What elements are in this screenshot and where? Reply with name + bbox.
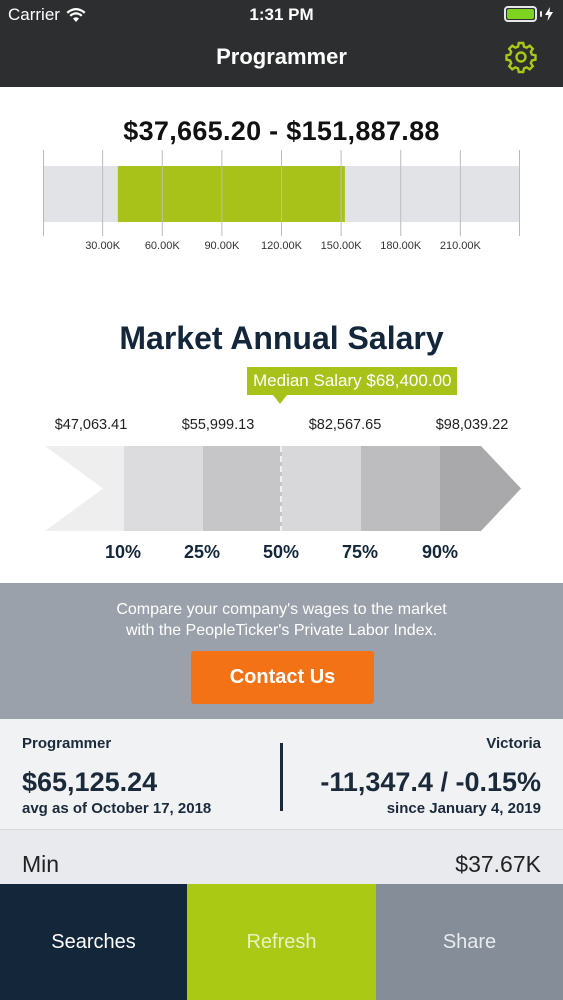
page-title: Programmer [216,44,347,69]
salary-range-title: $37,665.20 - $151,887.88 [123,116,440,146]
change-since: since January 4, 2019 [386,800,541,817]
stats-divider [280,743,283,811]
status-bar: Carrier 1:31 PM [0,0,563,30]
min-value: $37.67K [455,851,541,877]
average-salary: $65,125.24 [22,767,158,797]
percentile-band-10-25 [124,446,203,531]
charging-icon [545,7,553,21]
gear-icon[interactable] [504,40,538,74]
p90-value: $98,039.22 [435,417,509,433]
range-tick-label: 60.00K [144,240,180,252]
top-bar: Carrier 1:31 PM Programmer [0,0,563,87]
min-label: Min [22,851,60,877]
contact-us-button[interactable]: Contact Us [191,651,374,704]
tab-refresh[interactable]: Refresh [187,884,376,1000]
contact-line-1: Compare your company's wages to the mark… [116,601,447,618]
battery-fill [507,9,534,19]
range-tick-label: 90.00K [204,240,240,252]
percentile-label-25: 25% [183,542,221,562]
salary-change: -11,347.4 / -0.15% [320,767,541,797]
percentile-band-25-50 [203,446,282,531]
percentile-label-90: 90% [421,542,459,562]
range-tick-label: 30.00K [85,240,121,252]
market-title: Market Annual Salary [119,320,444,356]
range-tick-label: 120.00K [261,240,302,252]
average-date: avg as of October 17, 2018 [22,800,212,817]
percentile-label-50: 50% [262,542,300,562]
contact-line-2: with the PeopleTicker's Private Labor In… [125,622,438,639]
median-pointer [273,395,287,404]
contact-text: Compare your company's wages to the mark… [0,599,563,641]
tab-share[interactable]: Share [376,884,563,1000]
range-tick-label: 180.00K [380,240,422,252]
tab-searches[interactable]: Searches [0,884,187,1000]
percentile-band-75-90 [361,446,440,531]
percentile-band-start [45,446,124,531]
min-row: Min $37.67K [0,829,563,884]
job-title: Programmer [22,735,112,752]
percentile-arrow-chart [45,446,521,531]
stats-panel: Programmer $65,125.24 avg as of October … [0,719,563,829]
range-tick-label: 150.00K [320,240,362,252]
contact-section: Compare your company's wages to the mark… [0,583,563,719]
percentile-label-75: 75% [341,542,379,562]
range-tick-label: 210.00K [439,240,481,252]
range-fill [117,166,345,222]
p75-value: $82,567.65 [308,417,382,433]
p10-value: $47,063.41 [54,417,128,433]
percentile-band-50-75 [282,446,361,531]
percentile-band-end [440,446,521,531]
bottom-tab-bar: Searches Refresh Share [0,884,563,1000]
median-salary-tag: Median Salary $68,400.00 [247,367,458,395]
battery-icon [504,6,553,22]
location: Victoria [486,735,541,752]
status-time: 1:31 PM [249,5,314,24]
percentile-label-10: 10% [104,542,142,562]
p25-value: $55,999.13 [181,417,255,433]
